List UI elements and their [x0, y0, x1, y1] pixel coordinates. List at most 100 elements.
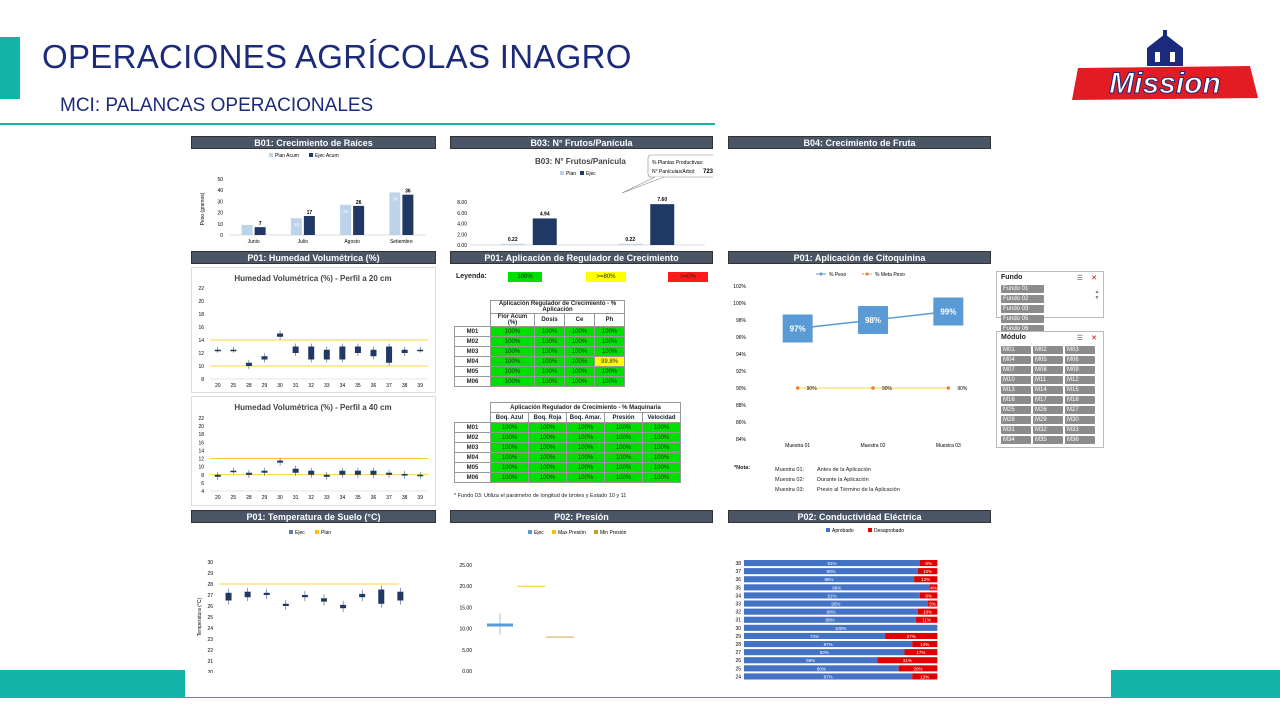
slicer-chip[interactable]: M15 — [1065, 386, 1095, 394]
slicer-chip[interactable]: M01 — [1001, 346, 1031, 354]
slicer-chip[interactable]: M04 — [1001, 356, 1031, 364]
box — [263, 592, 270, 595]
y-tick-label: 25.00 — [459, 563, 472, 569]
plan-label: 18 — [294, 222, 300, 227]
slicer-chip[interactable]: M09 — [1065, 366, 1095, 374]
panel-citoquinina: P01: Aplicación de Citoquinina % Peso % … — [728, 251, 991, 506]
slicer-scrollbar[interactable]: ▲ ▼ — [1094, 289, 1100, 317]
table-cell: 100% — [566, 462, 605, 473]
table-cell: 100% — [528, 432, 567, 443]
y-tick-label: 26 — [735, 658, 741, 664]
slicer-chip[interactable]: M27 — [1065, 406, 1095, 414]
box — [370, 470, 377, 475]
legend-ejec: Ejec — [586, 171, 596, 177]
x-tick-label: 35 — [355, 495, 361, 501]
y-tick-label: 86% — [736, 420, 747, 426]
slicer-chip[interactable]: M17 — [1033, 396, 1063, 404]
x-tick-label: 33 — [324, 495, 330, 501]
chart-presion: Ejec Max Presión Min Presión 0.00 5.00 10.… — [459, 530, 627, 685]
slicer-chip[interactable]: M29 — [1033, 416, 1063, 424]
table-cell: 100% — [490, 442, 529, 453]
slicer-chip[interactable]: M31 — [1001, 426, 1031, 434]
box — [340, 604, 347, 609]
slicer-chip[interactable]: M03 — [1065, 346, 1095, 354]
slicer-chip[interactable]: M02 — [1033, 346, 1063, 354]
slicer-chip[interactable]: M36 — [1065, 436, 1095, 444]
slicer-chip[interactable]: M10 — [1001, 376, 1031, 384]
slicer-chip[interactable]: M34 — [1001, 436, 1031, 444]
row-label: M01 — [454, 326, 491, 337]
slicer-chip[interactable]: M28 — [1001, 416, 1031, 424]
slicer-chip[interactable]: M08 — [1033, 366, 1063, 374]
aprobado-label: 87% — [824, 674, 833, 679]
mission-logo-building-icon — [1147, 30, 1183, 66]
slicer-chip[interactable]: M16 — [1001, 396, 1031, 404]
slicer-chip[interactable]: Fundo 02 — [1001, 295, 1044, 303]
slicer-chip[interactable]: M14 — [1033, 386, 1063, 394]
multiselect-icon[interactable]: ☰ — [1077, 274, 1083, 282]
peso-label: 97% — [790, 325, 806, 334]
bar-ejec-acum — [254, 227, 266, 235]
table-aplicacion-header: Ce — [564, 313, 595, 327]
x-tick-label: Julio — [298, 239, 309, 245]
clear-filter-icon[interactable]: ✕ — [1091, 274, 1097, 282]
y-tick-label: 31 — [735, 618, 741, 624]
slicer-chip[interactable]: M25 — [1001, 406, 1031, 414]
slicer-chip[interactable]: Fundo 01 — [1001, 285, 1044, 293]
table-cell: 100% — [604, 452, 643, 463]
y-tick-label: 50 — [217, 177, 223, 183]
slicer-chip[interactable]: M11 — [1033, 376, 1063, 384]
table-cell: 100% — [528, 462, 567, 473]
table-maquinaria-title: Aplicación Regulador de Crecimiento - % … — [490, 402, 681, 413]
table-cell: 100% — [490, 472, 529, 483]
y-tick-label: 12 — [198, 351, 204, 357]
slicer-chip[interactable]: Fundo 05 — [1001, 315, 1044, 323]
slicer-chip[interactable]: M33 — [1065, 426, 1095, 434]
desaprobado-label: 27% — [907, 634, 916, 639]
slicer-chip[interactable]: M35 — [1033, 436, 1063, 444]
row-label: M01 — [454, 422, 491, 433]
table-cell: 100% — [594, 366, 625, 377]
table-maquinaria-header: Boq. Roja — [528, 412, 567, 423]
legend-plan: Plan — [566, 171, 576, 177]
table-row: M06 100% 100% 100% 100% — [454, 376, 625, 387]
y-tick-label: 20 — [198, 299, 204, 305]
table-cell: 100% — [534, 366, 565, 377]
legend-ejec-acum: Ejec Acum — [315, 153, 339, 159]
box — [282, 603, 289, 606]
box — [245, 472, 252, 475]
x-tick-label: 36 — [371, 383, 377, 389]
y-tick-label: 6.00 — [457, 211, 467, 217]
slicer-chip[interactable]: M05 — [1033, 356, 1063, 364]
y-tick-label: 28 — [735, 642, 741, 648]
slicer-chip[interactable]: M18 — [1065, 396, 1095, 404]
table-cell: 99.8% — [594, 356, 625, 367]
slicer-chip[interactable]: M07 — [1001, 366, 1031, 374]
table-cell: 100% — [566, 452, 605, 463]
callout-value-2: 723 — [703, 169, 713, 175]
meta-label: 90% — [957, 386, 968, 392]
slicer-chip[interactable]: M30 — [1065, 416, 1095, 424]
slicer-chip[interactable]: M13 — [1001, 386, 1031, 394]
x-tick-label: 32 — [308, 383, 314, 389]
slicer-fundo[interactable]: Fundo ☰ ✕ Fundo 01 Fundo 02 Fundo 03 Fundo … — [996, 271, 1104, 343]
multiselect-icon[interactable]: ☰ — [1077, 334, 1083, 342]
leyenda-label: Leyenda: — [456, 273, 487, 280]
clear-filter-icon[interactable]: ✕ — [1091, 334, 1097, 342]
slicer-chip[interactable]: Fundo 03 — [1001, 305, 1044, 313]
row-label: M02 — [454, 432, 491, 443]
slicer-chip[interactable]: M06 — [1065, 356, 1095, 364]
panel-b04-title: B04: Crecimiento de Fruta — [728, 136, 991, 149]
y-tick-label: 98% — [736, 318, 747, 324]
table-cell: 100% — [534, 356, 565, 367]
box — [401, 349, 408, 353]
panel-presion: P02: Presión Ejec Max Presión Min Presió… — [450, 510, 713, 685]
slicer-modulo[interactable]: Módulo ☰ ✕ M01 M02 M03M04 M05 M06M07 M08 M09M1… — [996, 331, 1104, 448]
y-tick-label: 2.00 — [457, 232, 467, 238]
x-tick-label: 36 — [371, 495, 377, 501]
legend-plan-acum: Plan Acum — [275, 153, 299, 159]
slicer-chip[interactable]: M12 — [1065, 376, 1095, 384]
panel-temperatura: P01: Temperatura de Suelo (°C) Ejec Plan… — [191, 510, 436, 686]
slicer-chip[interactable]: M26 — [1033, 406, 1063, 414]
slicer-chip[interactable]: M32 — [1033, 426, 1063, 434]
